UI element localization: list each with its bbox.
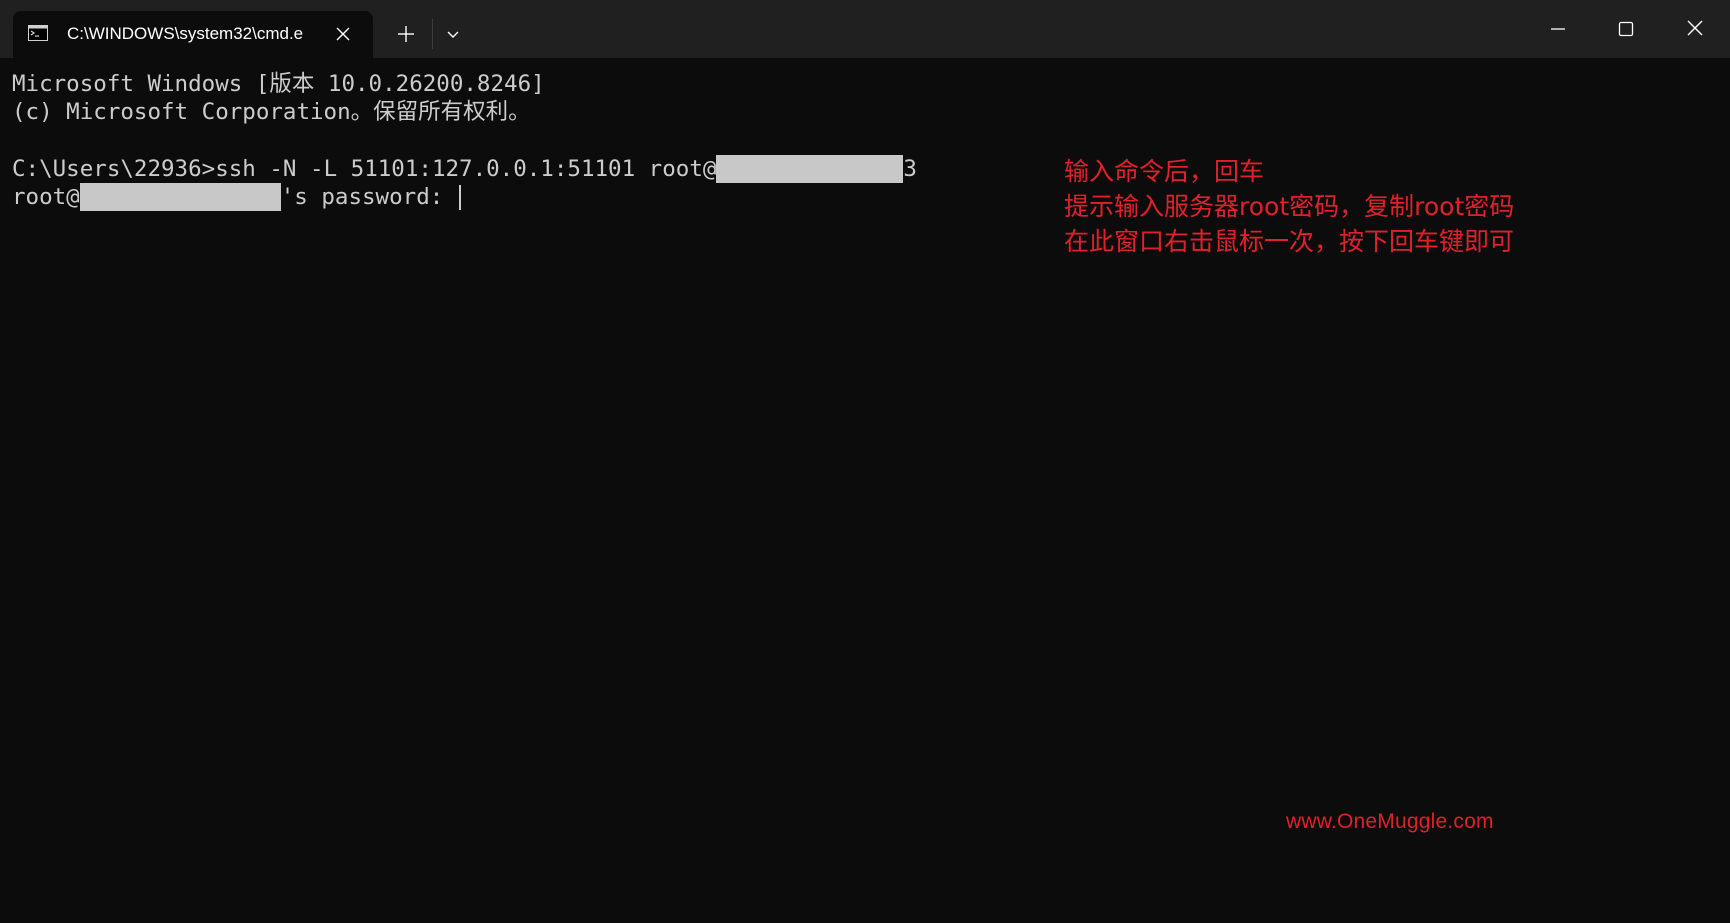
close-icon[interactable] xyxy=(330,21,356,47)
tab-title: C:\WINDOWS\system32\cmd.e xyxy=(67,24,304,43)
close-icon[interactable] xyxy=(1676,14,1714,44)
terminal-line: Microsoft Windows [版本 10.0.26200.8246] xyxy=(12,71,545,97)
tab-cmd[interactable]: C:\WINDOWS\system32\cmd.e xyxy=(13,11,373,58)
watermark: www.OneMuggle.com xyxy=(1286,810,1494,833)
password-prompt-line[interactable]: root@ 's password: xyxy=(12,183,461,211)
annotation: 输入命令后，回车 提示输入服务器root密码，复制root密码 在此窗口右击鼠标… xyxy=(1064,154,1514,259)
text-cursor xyxy=(458,185,461,210)
terminal-icon xyxy=(28,25,48,41)
title-bar: C:\WINDOWS\system32\cmd.e xyxy=(0,0,1730,58)
redacted-host xyxy=(716,155,904,183)
annotation-line: 提示输入服务器root密码，复制root密码 xyxy=(1064,192,1515,221)
password-suffix: 's password: xyxy=(280,184,457,210)
plus-icon[interactable] xyxy=(392,20,420,48)
titlebar-divider xyxy=(432,19,433,49)
chevron-down-icon[interactable] xyxy=(440,20,466,48)
command-tail: 3 xyxy=(903,156,917,182)
annotation-line: 输入命令后，回车 xyxy=(1064,157,1265,186)
terminal-line: (c) Microsoft Corporation。保留所有权利。 xyxy=(12,99,531,125)
password-prefix: root@ xyxy=(12,184,80,210)
annotation-line: 在此窗口右击鼠标一次，按下回车键即可 xyxy=(1064,227,1515,256)
command-line: C:\Users\22936>ssh -N -L 51101:127.0.0.1… xyxy=(12,155,917,183)
prompt: C:\Users\22936> xyxy=(12,156,216,182)
minimize-icon[interactable] xyxy=(1539,14,1577,44)
maximize-icon[interactable] xyxy=(1607,14,1645,44)
redacted-host xyxy=(79,183,281,211)
command-text: ssh -N -L 51101:127.0.0.1:51101 root@ xyxy=(215,156,717,182)
